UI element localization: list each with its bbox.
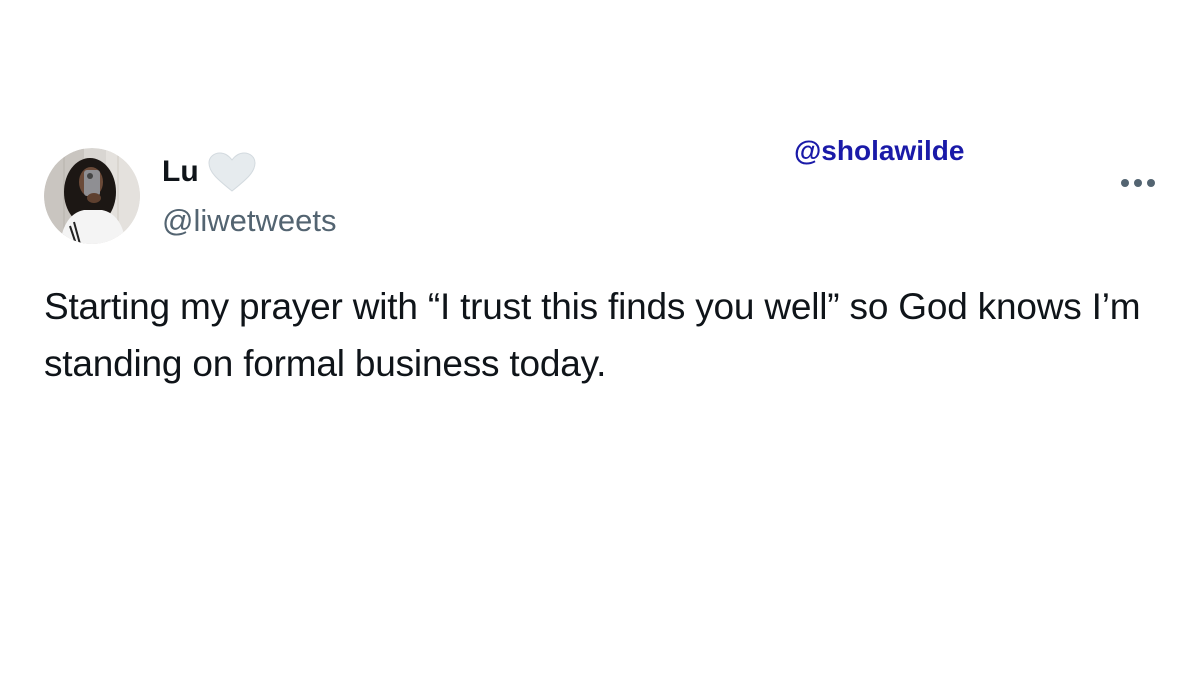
author-name-row: Lu — [162, 150, 257, 194]
white-heart-icon — [207, 151, 257, 193]
tweet-text: Starting my prayer with “I trust this fi… — [44, 286, 1141, 384]
author-handle[interactable]: @liwetweets — [162, 202, 336, 239]
more-options-icon — [1121, 179, 1155, 187]
watermark-text: @sholawilde — [794, 135, 965, 166]
more-options-button[interactable] — [1118, 168, 1166, 198]
display-name[interactable]: Lu — [162, 157, 199, 187]
avatar-photo-icon — [44, 148, 140, 244]
avatar[interactable] — [44, 148, 140, 244]
tweet-card: Lu @liwetweets @sholawilde Starting my p… — [0, 0, 1200, 675]
